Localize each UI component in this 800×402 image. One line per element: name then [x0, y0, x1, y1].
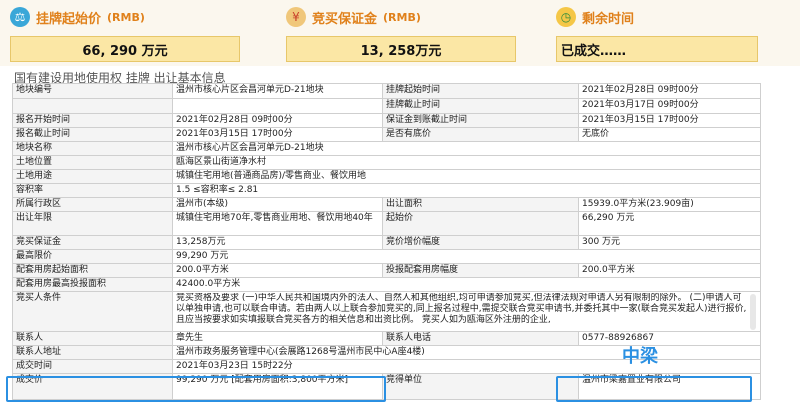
kpi-label: 挂牌起始价 [36, 11, 102, 27]
table-value: 300 万元 [579, 236, 761, 250]
table-row: 所属行政区 温州市(本级) 出让面积 15939.0平方米(23.909亩) [13, 198, 761, 212]
table-value: 2021年02月28日 09时00分 [173, 114, 383, 128]
table-label: 地块编号 [13, 84, 173, 99]
table-row: 配套用房最高投报面积 42400.0平方米 [13, 278, 761, 292]
auction-summary-bar: ⚖ 挂牌起始价 (RMB) 66, 290 万元 ¥ 竞买保证金 (RMB) 1… [0, 0, 800, 66]
table-value: 2021年03月15日 17时00分 [579, 114, 761, 128]
table-label: 报名开始时间 [13, 114, 173, 128]
table-label: 土地位置 [13, 156, 173, 170]
table-label [13, 99, 173, 114]
kpi-unit: (RMB) [107, 10, 145, 24]
table-value: 无底价 [579, 128, 761, 142]
table-label: 成交时间 [13, 360, 173, 374]
table-value: 0577-88926867 [579, 332, 761, 346]
table-value: 2021年02月28日 09时00分 [579, 84, 761, 99]
table-label: 竞买人条件 [13, 292, 173, 332]
table-row: 报名开始时间 2021年02月28日 09时00分 保证金到账截止时间 2021… [13, 114, 761, 128]
table-value: 城镇住宅用地70年,零售商业用地、餐饮用地40年 [173, 212, 383, 236]
table-value: 2021年03月15日 17时00分 [173, 128, 383, 142]
table-label: 土地用途 [13, 170, 173, 184]
table-row: 容积率 1.5 ≤容积率≤ 2.81 [13, 184, 761, 198]
table-value: 温州市核心片区会昌河单元D-21地块 [173, 142, 761, 156]
kpi-value: 66, 290 万元 [10, 36, 240, 62]
table-value: 竞买资格及要求 (一)中华人民共和国境内外的法人、自然人和其他组织,均可申请参加… [173, 292, 761, 332]
kpi-deposit: ¥ 竞买保证金 (RMB) 13, 258万元 [286, 6, 516, 66]
highlight-box [556, 376, 752, 402]
table-value: 2021年03月17日 09时00分 [579, 99, 761, 114]
table-label: 容积率 [13, 184, 173, 198]
table-row: 出让年限 城镇住宅用地70年,零售商业用地、餐饮用地40年 起始价 66,290… [13, 212, 761, 236]
money-bag-icon: ¥ [286, 7, 306, 27]
highlight-box [6, 376, 386, 402]
table-value: 200.0平方米 [579, 264, 761, 278]
table-value: 章先生 [173, 332, 383, 346]
table-label: 联系人电话 [383, 332, 579, 346]
table-label: 起始价 [383, 212, 579, 236]
table-value: 15939.0平方米(23.909亩) [579, 198, 761, 212]
kpi-start-price: ⚖ 挂牌起始价 (RMB) 66, 290 万元 [10, 6, 240, 66]
table-label: 出让年限 [13, 212, 173, 236]
table-row: 土地位置 瓯海区景山街道净水村 [13, 156, 761, 170]
kpi-unit: (RMB) [383, 10, 421, 24]
table-value: 99,290 万元 [173, 250, 761, 264]
table-label: 配套用房起始面积 [13, 264, 173, 278]
table-value: 温州市(本级) [173, 198, 383, 212]
table-label: 竞价增价幅度 [383, 236, 579, 250]
table-row: 地块编号 温州市核心片区会昌河单元D-21地块 挂牌起始时间 2021年02月2… [13, 84, 761, 99]
table-value: 瓯海区景山街道净水村 [173, 156, 761, 170]
table-label: 挂牌截止时间 [383, 99, 579, 114]
table-label: 竞买保证金 [13, 236, 173, 250]
table-value: 温州市核心片区会昌河单元D-21地块 [173, 84, 383, 99]
kpi-value: 已成交…… [556, 36, 758, 62]
annotation-tag: 中梁 [622, 346, 658, 367]
table-value: 温州市政务服务管理中心(会展路1268号温州市民中心A座4楼) [173, 346, 761, 360]
kpi-label: 竞买保证金 [312, 11, 378, 27]
table-label: 挂牌起始时间 [383, 84, 579, 99]
gavel-icon: ⚖ [10, 7, 30, 27]
table-label: 是否有底价 [383, 128, 579, 142]
table-row: 挂牌截止时间 2021年03月17日 09时00分 [13, 99, 761, 114]
clock-icon: ◷ [556, 7, 576, 27]
table-label: 地块名称 [13, 142, 173, 156]
table-row: 竞买人条件 竞买资格及要求 (一)中华人民共和国境内外的法人、自然人和其他组织,… [13, 292, 761, 332]
table-label: 联系人地址 [13, 346, 173, 360]
table-value: 2021年03月23日 15时22分 [173, 360, 761, 374]
kpi-value: 13, 258万元 [286, 36, 516, 62]
table-label: 最高限价 [13, 250, 173, 264]
scrollbar[interactable] [750, 294, 756, 330]
table-value: 城镇住宅用地(普通商品房)/零售商业、餐饮用地 [173, 170, 761, 184]
kpi-label: 剩余时间 [582, 11, 635, 27]
table-value: 200.0平方米 [173, 264, 383, 278]
table-label: 竞得单位 [383, 374, 579, 400]
table-value [173, 99, 383, 114]
table-row: 土地用途 城镇住宅用地(普通商品房)/零售商业、餐饮用地 [13, 170, 761, 184]
table-label: 报名截止时间 [13, 128, 173, 142]
table-label: 所属行政区 [13, 198, 173, 212]
table-row: 最高限价 99,290 万元 [13, 250, 761, 264]
table-value: 13,258万元 [173, 236, 383, 250]
table-value: 1.5 ≤容积率≤ 2.81 [173, 184, 761, 198]
table-value: 42400.0平方米 [173, 278, 761, 292]
table-label: 出让面积 [383, 198, 579, 212]
table-row: 配套用房起始面积 200.0平方米 投报配套用房幅度 200.0平方米 [13, 264, 761, 278]
table-label: 投报配套用房幅度 [383, 264, 579, 278]
table-label: 联系人 [13, 332, 173, 346]
bidder-conditions-text: 竞买资格及要求 (一)中华人民共和国境内外的法人、自然人和其他组织,均可申请参加… [176, 293, 747, 325]
table-row: 报名截止时间 2021年03月15日 17时00分 是否有底价 无底价 [13, 128, 761, 142]
table-row: 竞买保证金 13,258万元 竞价增价幅度 300 万元 [13, 236, 761, 250]
kpi-remaining-time: ◷ 剩余时间 已成交…… [556, 6, 758, 66]
table-label: 保证金到账截止时间 [383, 114, 579, 128]
table-row: 地块名称 温州市核心片区会昌河单元D-21地块 [13, 142, 761, 156]
table-value: 66,290 万元 [579, 212, 761, 236]
table-label: 配套用房最高投报面积 [13, 278, 173, 292]
